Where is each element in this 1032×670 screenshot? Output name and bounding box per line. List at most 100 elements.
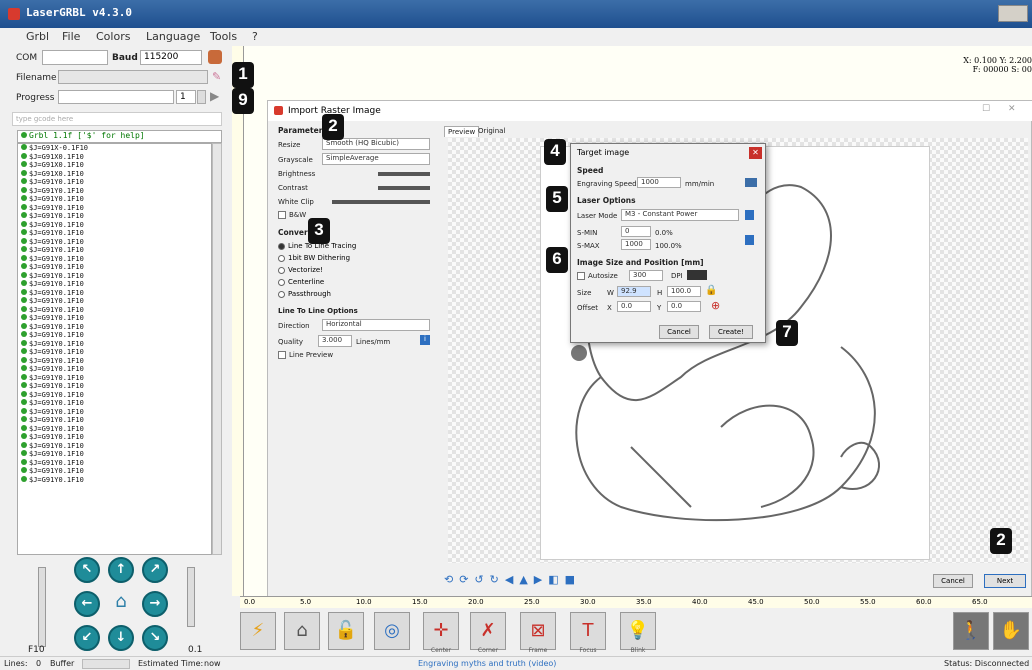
info-icon[interactable]: i — [420, 335, 430, 345]
globe-icon[interactable]: ◎ — [374, 612, 410, 650]
smax-input[interactable]: 1000 — [621, 239, 651, 250]
ruler-tick-label: 65.0 — [972, 598, 988, 606]
filename-field[interactable] — [58, 70, 208, 84]
jog-down-button[interactable]: ↓ — [108, 625, 134, 651]
dialog-cancel-button[interactable]: Cancel — [933, 574, 973, 588]
target-close-icon[interactable]: ✕ — [749, 147, 762, 159]
bw-label: B&W — [289, 211, 307, 219]
spinner-icon[interactable] — [197, 90, 206, 104]
ok-icon — [21, 399, 27, 405]
run-icon[interactable]: ▶ — [210, 89, 219, 103]
radio-icon — [278, 242, 285, 250]
menu-file[interactable]: File — [62, 30, 80, 43]
walk-icon[interactable]: 🚶 — [953, 612, 989, 650]
offset-y-input[interactable]: 0.0 — [667, 301, 701, 312]
menu-language[interactable]: Language — [146, 30, 200, 43]
console-log[interactable]: $J=G91X-0.1F10 $J=G91X0.1F10 $J=G91X0.1F10… — [17, 143, 212, 555]
close-icon[interactable]: ✕ — [1008, 104, 1016, 114]
conversion-option[interactable]: Line To Line Tracing — [278, 240, 428, 252]
console-line: $J=G91Y0.1F10 — [18, 280, 211, 289]
target-cancel-button[interactable]: Cancel — [659, 325, 699, 339]
autosize-checkbox[interactable] — [577, 272, 585, 280]
tab-original[interactable]: Original — [478, 127, 505, 135]
connect-icon[interactable] — [208, 50, 222, 64]
height-input[interactable]: 100.0 — [667, 286, 701, 297]
lightning-icon[interactable]: ⚡ — [240, 612, 276, 650]
brightness-slider[interactable] — [378, 172, 430, 176]
tips-link[interactable]: Engraving myths and truth (video) — [418, 659, 556, 668]
quality-input[interactable]: 3.000 — [318, 335, 352, 347]
grayscale-select[interactable]: SimpleAverage — [322, 153, 430, 165]
center-icon[interactable]: ✛ — [423, 612, 459, 650]
stop-hand-icon[interactable]: ✋ — [993, 612, 1029, 650]
jog-left-button[interactable]: ← — [74, 591, 100, 617]
console-line-text: $J=G91Y0.1F10 — [29, 399, 84, 407]
console-scrollbar[interactable] — [212, 143, 222, 555]
menu-tools[interactable]: Tools — [210, 30, 237, 43]
toolbar-label: Blink — [630, 647, 646, 654]
maximize-icon[interactable]: ☐ — [982, 104, 990, 114]
white-clip-slider[interactable] — [332, 200, 430, 204]
laser-info-icon[interactable] — [745, 210, 754, 220]
bw-checkbox[interactable] — [278, 211, 286, 219]
width-input[interactable]: 92.9 — [617, 286, 651, 297]
tab-preview[interactable]: Preview — [444, 126, 480, 137]
line-preview-checkbox[interactable] — [278, 351, 286, 359]
blink-icon[interactable]: 💡 — [620, 612, 656, 650]
laser-mode-select[interactable]: M3 - Constant Power — [621, 209, 739, 221]
dialog-next-button[interactable]: Next — [984, 574, 1026, 588]
radio-icon — [278, 278, 285, 286]
speed-help-icon[interactable] — [745, 178, 757, 187]
direction-select[interactable]: Horizontal — [322, 319, 430, 331]
smax-info-icon[interactable] — [745, 235, 754, 245]
jog-down-left-button[interactable]: ↙ — [74, 625, 100, 651]
window-controls[interactable] — [998, 5, 1028, 22]
jog-right-button[interactable]: → — [142, 591, 168, 617]
console-line-text: $J=G91Y0.1F10 — [29, 475, 84, 484]
contrast-slider[interactable] — [378, 186, 430, 190]
step-slider[interactable] — [187, 567, 195, 627]
corner-icon[interactable]: ✗ — [470, 612, 506, 650]
dpi-input[interactable]: 300 — [629, 270, 663, 281]
focus-icon[interactable]: T — [570, 612, 606, 650]
console-line-text: $J=G91Y0.1F10 — [29, 263, 84, 271]
ok-icon — [21, 424, 27, 431]
crosshair-icon[interactable]: ⊕ — [711, 299, 720, 312]
create-button[interactable]: Create! — [709, 325, 753, 339]
baud-select[interactable]: 115200 — [140, 50, 202, 65]
lock-icon[interactable]: 🔒 — [705, 285, 717, 296]
gcode-input[interactable]: type gcode here — [12, 112, 222, 126]
offset-x-input[interactable]: 0.0 — [617, 301, 651, 312]
engraving-speed-input[interactable]: 1000 — [637, 177, 681, 188]
line-preview-label: Line Preview — [289, 351, 334, 359]
smin-input[interactable]: 0 — [621, 226, 651, 237]
frame-icon[interactable]: ⊠ — [520, 612, 556, 650]
menu-colors[interactable]: Colors — [96, 30, 130, 43]
home-machine-icon[interactable]: ⌂ — [284, 612, 320, 650]
jog-up-left-button[interactable]: ↖ — [74, 557, 100, 583]
quality-value: 3.000 — [322, 336, 343, 344]
console-line-text: $J=G91Y0.1F10 — [29, 467, 84, 475]
home-button[interactable]: ⌂ — [108, 591, 134, 617]
jog-up-button[interactable]: ↑ — [108, 557, 134, 583]
menu-help[interactable]: ? — [252, 30, 258, 43]
ruler-tick-label: 15.0 — [412, 598, 428, 606]
com-select[interactable] — [42, 50, 108, 65]
unlock-icon[interactable]: 🔓 — [328, 612, 364, 650]
jog-down-right-button[interactable]: ↘ — [142, 625, 168, 651]
conversion-option[interactable]: Passthrough — [278, 288, 428, 300]
conversion-option[interactable]: Centerline — [278, 276, 428, 288]
console-line-text: $J=G91Y0.1F10 — [29, 288, 84, 297]
ok-icon — [21, 263, 27, 269]
dpi-value: 300 — [633, 271, 647, 279]
jog-up-right-button[interactable]: ↗ — [142, 557, 168, 583]
console-line: $J=G91Y0.1F10 — [18, 331, 211, 340]
exif-icon[interactable] — [687, 270, 707, 280]
progress-count[interactable]: 1 — [176, 90, 196, 104]
conversion-option[interactable]: Vectorize! — [278, 264, 428, 276]
conversion-option[interactable]: 1bit BW Dithering — [278, 252, 428, 264]
menu-grbl[interactable]: Grbl — [26, 30, 49, 43]
open-file-icon[interactable]: ✎ — [212, 70, 221, 83]
speed-slider[interactable] — [38, 567, 46, 647]
ok-icon — [21, 458, 27, 465]
